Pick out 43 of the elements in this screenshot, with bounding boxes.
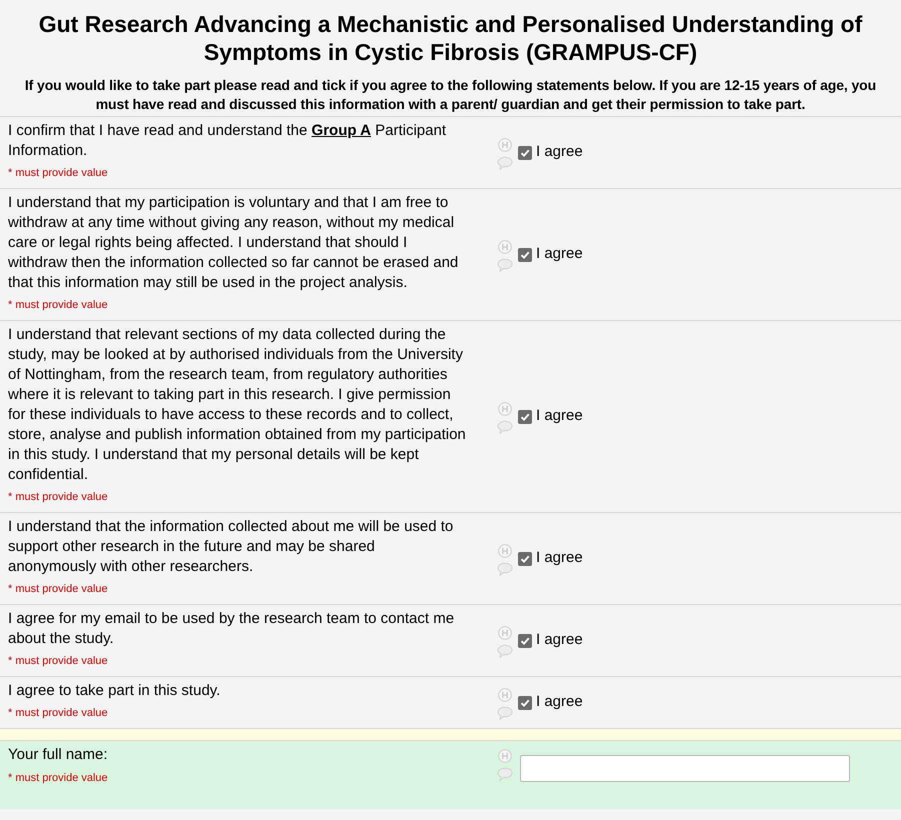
statement-text: I understand that my participation is voluntary and that I am free to withdraw at any time without giving any reason, without my medical care or legal rights being affected. I understand that should I withdraw then the information collected so far cannot be erased and that this information may still be used in the project analysis.	[8, 193, 460, 293]
required-note: * must provide value	[8, 582, 109, 596]
history-icon[interactable]	[498, 138, 512, 152]
form-title: Gut Research Advancing a Mechanistic and Personalised Understanding of Symptoms in Cystic Fibrosis (GRAMPUS-CF)	[38, 10, 864, 66]
history-icon[interactable]	[498, 402, 512, 416]
option-label[interactable]: I agree	[536, 691, 583, 714]
checkbox[interactable]	[518, 634, 532, 648]
history-icon[interactable]	[498, 240, 512, 254]
name-input[interactable]	[520, 755, 850, 782]
statement-text: I understand that the information collected about me will be used to support other research in the future and may be shared anonymously with other researchers.	[8, 517, 454, 577]
checkbox[interactable]	[518, 552, 532, 566]
checkbox[interactable]	[518, 696, 532, 710]
required-note: * must provide value	[8, 490, 109, 504]
required-note: * must provide value	[8, 298, 109, 312]
required-note: * must provide value	[8, 771, 109, 785]
checkbox[interactable]	[518, 248, 532, 262]
checkbox[interactable]	[518, 410, 532, 424]
required-note: * must provide value	[8, 706, 109, 720]
comment-icon[interactable]	[497, 767, 513, 781]
instructions-text: If you would like to take part please read and tick if you agree to the following statements below. If you are 12-15 years of age, you must have read and discussed this information with a parent/ guardian and get their permission to take part.	[24, 76, 878, 114]
statement-text: I confirm that I have read and understand the Group A Participant Information.	[8, 121, 448, 161]
option-label[interactable]: I agree	[536, 547, 583, 570]
comment-icon[interactable]	[497, 706, 513, 720]
history-icon[interactable]	[498, 544, 512, 558]
required-note: * must provide value	[8, 166, 109, 180]
option-label[interactable]: I agree	[536, 629, 583, 652]
statement-text: I understand that relevant sections of my data collected during the study, may be looked at by authorised individuals from the University of Nottingham, from the research team, from regulatory authorities where it is relevant to taking part in this research. I give permission for these individuals to have access to these records and to collect, store, analyse and publish information obtained from my participation in this study. I understand that my personal details will be kept confidential.	[8, 325, 466, 485]
comment-icon[interactable]	[497, 258, 513, 272]
comment-icon[interactable]	[497, 420, 513, 434]
option-label[interactable]: I agree	[536, 243, 583, 266]
comment-icon[interactable]	[497, 156, 513, 170]
comment-icon[interactable]	[497, 644, 513, 658]
option-label[interactable]: I agree	[536, 405, 583, 428]
required-note: * must provide value	[8, 654, 109, 668]
history-icon[interactable]	[498, 626, 512, 640]
statement-text: I agree for my email to be used by the research team to contact me about the study.	[8, 609, 456, 649]
history-icon[interactable]	[498, 688, 512, 702]
field-label: Your full name:	[8, 745, 109, 765]
comment-icon[interactable]	[497, 562, 513, 576]
history-icon[interactable]	[498, 749, 512, 763]
statement-text: I agree to take part in this study.	[8, 681, 222, 701]
option-label[interactable]: I agree	[536, 141, 583, 164]
checkbox[interactable]	[518, 146, 532, 160]
